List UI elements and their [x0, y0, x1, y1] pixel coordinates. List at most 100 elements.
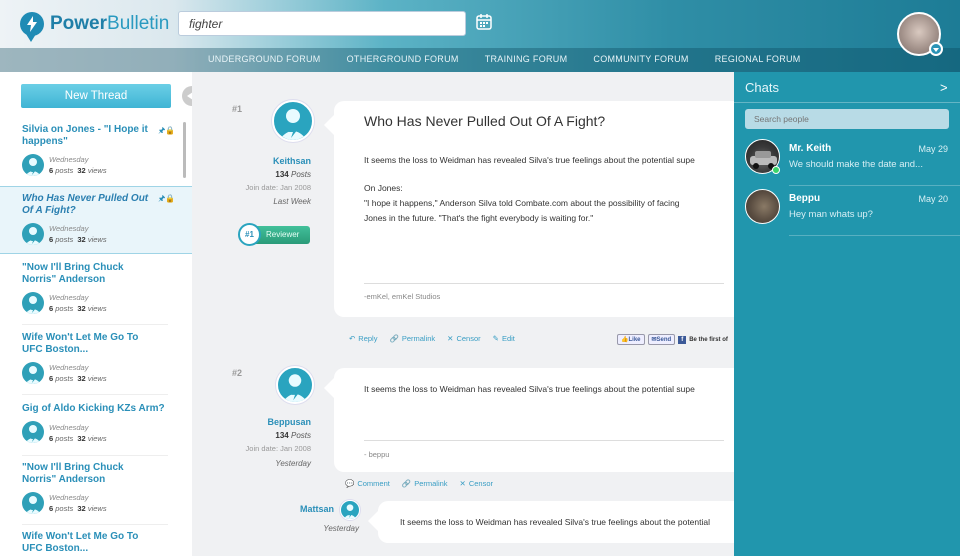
thread-item[interactable]: "Now I'll Bring Chuck Norris" Anderson W… — [0, 258, 192, 325]
thread-divider — [22, 324, 168, 325]
thread-posts-count: 6 — [49, 434, 54, 443]
thread-item[interactable]: Wife Won't Let Me Go To UFC Boston... — [0, 528, 192, 556]
post-divider — [364, 283, 724, 284]
post-time: Last Week — [273, 197, 311, 206]
thread-divider — [22, 455, 168, 456]
thread-title[interactable]: Silvia on Jones - "I Hope it happens" — [22, 124, 157, 148]
thread-item-active[interactable]: Who Has Never Pulled Out Of A Fight? 🖈​🔒… — [0, 186, 192, 254]
thread-views-label: views — [87, 434, 107, 443]
thread-day: Wednesday — [49, 224, 89, 233]
nav-community-forum[interactable]: COMMUNITY FORUM — [580, 48, 701, 70]
nav-regional-forum[interactable]: REGIONAL FORUM — [702, 48, 814, 70]
author-posts-count: 134 — [275, 431, 289, 440]
thread-views-count: 32 — [77, 504, 86, 513]
edit-label: Edit — [501, 334, 515, 343]
permalink-label: Permalink — [401, 334, 436, 343]
permalink-button[interactable]: 🔗 Permalink — [389, 334, 435, 343]
fb-like-button[interactable]: 👍Like — [617, 334, 645, 345]
post-title: Who Has Never Pulled Out Of A Fight? — [364, 113, 606, 129]
fb-send-button[interactable]: ✉Send — [647, 334, 676, 345]
search-people-input[interactable] — [745, 109, 949, 129]
thread-divider — [22, 394, 168, 395]
post-card: It seems the loss to Weidman has reveale… — [324, 368, 734, 472]
logo[interactable]: PowerBulletin — [20, 12, 169, 42]
thread-posts-count: 6 — [49, 166, 54, 175]
close-chats-icon[interactable]: > — [940, 80, 948, 95]
pin-lock-icon: 🖈​🔒 — [158, 194, 176, 203]
thread-views-count: 32 — [77, 304, 86, 313]
reply-button[interactable]: ↶ Reply — [349, 334, 377, 343]
post-author-name[interactable]: Beppusan — [232, 417, 311, 427]
new-thread-button[interactable]: New Thread — [21, 84, 171, 108]
chat-item[interactable]: Mr. Keith May 29 We should make the date… — [734, 138, 960, 186]
reply-icon: ↶ — [349, 334, 356, 343]
thread-title[interactable]: Who Has Never Pulled Out Of A Fight? — [22, 193, 157, 217]
chat-divider — [789, 185, 960, 186]
thread-posts-label: posts — [55, 374, 74, 383]
chat-name: Beppu — [789, 193, 821, 204]
reviewer-badge: #1 Reviewer — [238, 223, 310, 246]
permalink-button[interactable]: 🔗 Permalink — [402, 479, 448, 488]
x-icon: ✕ — [447, 334, 454, 343]
post-author-join-date: Join date: Jan 2008 — [245, 444, 311, 453]
thread-views-label: views — [87, 304, 107, 313]
chat-preview: Hey man whats up? — [789, 209, 873, 220]
thread-views-count: 32 — [77, 235, 86, 244]
thread-title[interactable]: Wife Won't Let Me Go To UFC Boston... — [22, 531, 157, 555]
post-author-avatar[interactable] — [276, 366, 314, 404]
thread-posts-label: posts — [55, 504, 74, 513]
reply-author-name[interactable]: Mattsan — [252, 504, 334, 514]
thread-stats: 6 posts 32 views — [49, 166, 107, 175]
thread-views-label: views — [87, 504, 107, 513]
calendar-icon[interactable] — [476, 14, 492, 35]
chats-divider — [734, 102, 960, 103]
post-body-line: It seems the loss to Weidman has reveale… — [364, 384, 695, 394]
nav-underground-forum[interactable]: UNDERGROUND FORUM — [195, 48, 334, 70]
thread-views-count: 32 — [77, 434, 86, 443]
thread-item[interactable]: Wife Won't Let Me Go To UFC Boston... We… — [0, 328, 192, 395]
nav-otherground-forum[interactable]: OTHERGROUND FORUM — [334, 48, 472, 70]
fb-like-text: Be the first of — [689, 336, 728, 343]
search-input[interactable]: fighter — [178, 11, 466, 36]
thread-day: Wednesday — [49, 155, 89, 164]
censor-button[interactable]: ✕ Censor — [460, 479, 493, 488]
thread-item[interactable]: "Now I'll Bring Chuck Norris" Anderson W… — [0, 458, 192, 525]
thread-posts-count: 6 — [49, 504, 54, 513]
facebook-icon: f — [678, 335, 687, 344]
author-posts-label: Posts — [290, 431, 311, 440]
reply-card-arrow — [368, 511, 378, 531]
censor-button[interactable]: ✕ Censor — [447, 334, 480, 343]
author-posts-count: 134 — [275, 170, 289, 179]
pin-lock-icon: 🖈​🔒 — [158, 126, 176, 135]
thread-title[interactable]: Wife Won't Let Me Go To UFC Boston... — [22, 332, 157, 356]
post-author-name[interactable]: Keithsan — [232, 156, 311, 166]
thread-posts-count: 6 — [49, 374, 54, 383]
thread-divider — [22, 524, 168, 525]
post-author-avatar[interactable] — [272, 100, 314, 142]
thread-title[interactable]: "Now I'll Bring Chuck Norris" Anderson — [22, 262, 157, 286]
thread-sidebar: New Thread Silvia on Jones - "I Hope it … — [0, 72, 192, 556]
comment-label: Comment — [357, 479, 390, 488]
thread-title[interactable]: Gig of Aldo Kicking KZs Arm? — [22, 403, 172, 415]
chat-preview: We should make the date and... — [789, 159, 923, 170]
collapse-sidebar-icon[interactable] — [182, 86, 192, 106]
post-card-arrow — [324, 378, 334, 398]
chat-item[interactable]: Beppu May 20 Hey man whats up? — [734, 188, 960, 236]
reply-time: Yesterday — [323, 524, 359, 533]
thread-item[interactable]: Gig of Aldo Kicking KZs Arm? Wednesday 6… — [0, 399, 192, 456]
thread-views-count: 32 — [77, 374, 86, 383]
thread-posts-label: posts — [55, 304, 74, 313]
app-header: PowerBulletin fighter UNDERGROUND FORUM … — [0, 0, 960, 72]
comment-button[interactable]: 💬 Comment — [345, 479, 390, 488]
user-avatar[interactable] — [897, 12, 943, 56]
thread-title[interactable]: "Now I'll Bring Chuck Norris" Anderson — [22, 462, 157, 486]
thread-day: Wednesday — [49, 293, 89, 302]
fb-like-label: Like — [628, 337, 641, 343]
thread-day: Wednesday — [49, 363, 89, 372]
nav-training-forum[interactable]: TRAINING FORUM — [472, 48, 581, 70]
thread-day: Wednesday — [49, 423, 89, 432]
reply-author-avatar[interactable] — [340, 500, 360, 520]
edit-button[interactable]: ✎ Edit — [493, 334, 515, 343]
avatar-dropdown-icon[interactable] — [929, 42, 943, 56]
thread-item[interactable]: Silvia on Jones - "I Hope it happens" 🖈​… — [0, 120, 192, 184]
